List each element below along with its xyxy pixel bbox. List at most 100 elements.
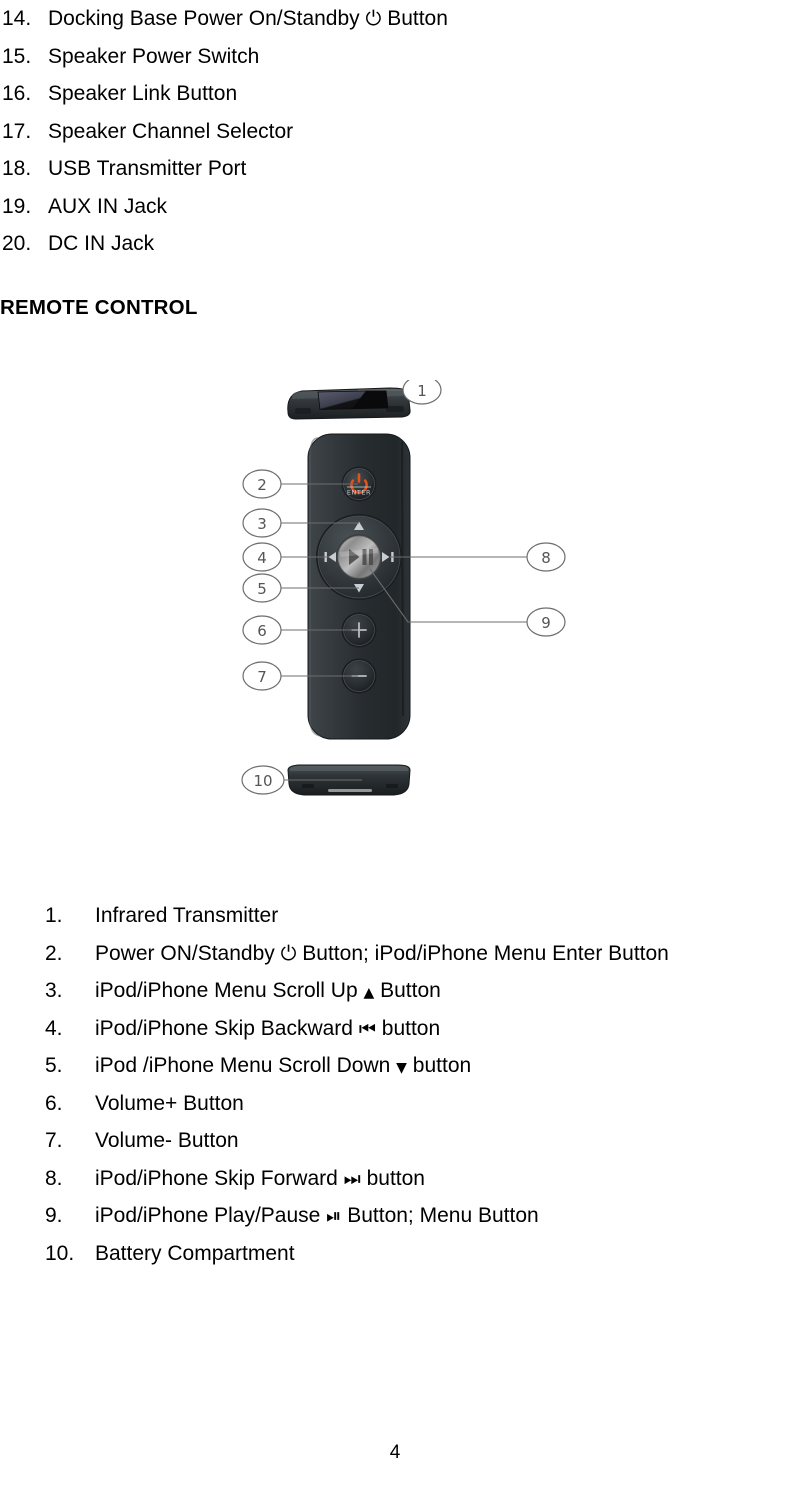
list-item-number: 18. [2,157,32,180]
list-item-text-pre: Docking Base Power On/Standby [48,7,360,30]
list-item-text: Infrared Transmitter [95,904,279,927]
infrared-transmitter-window [317,390,389,410]
list-item-text: DC IN Jack [48,232,155,255]
arrow-up-icon: ▲ [363,985,375,1001]
list-item-number: 10. [45,1241,75,1265]
list-item-text-post: button [366,1166,425,1190]
list-item-text: Docking Base Power On/Standby ⏻ Button [48,0,790,38]
play-pause-icon: ⏯ [326,1205,342,1227]
list-item-text-post: Button; Menu Button [347,1204,539,1227]
list-item-number: 16. [2,82,32,105]
callout-2: 2 [242,469,282,499]
enter-button-label: ENTER [347,489,371,497]
svg-text:5: 5 [257,580,267,598]
list-item: 17. Speaker Channel Selector [0,113,790,151]
callout-1: 1 [402,380,442,405]
list-item: 5. iPod /iPhone Menu Scroll Down ▼ butto… [0,1047,790,1085]
svg-text:2: 2 [257,476,267,494]
list-item: 2. Power ON/Standby ⏻ Button; iPod/iPhon… [0,935,790,973]
list-item: 9. iPod/iPhone Play/Pause ⏯ Button; Menu… [0,1197,790,1235]
callout-6: 6 [242,615,282,645]
list-item-text-pre: iPod/iPhone Play/Pause [95,1204,321,1227]
remote-top-cap [287,387,411,420]
list-item-number: 3. [45,979,63,1002]
list-item-text: iPod /iPhone Menu Scroll Down ▼ button [95,1047,790,1088]
svg-text:8: 8 [541,549,551,567]
callout-9: 9 [526,607,566,637]
list-item-number: 20. [2,232,32,255]
list-item-text: AUX IN Jack [48,194,168,218]
list-item: 18. USB Transmitter Port [0,150,790,188]
svg-text:9: 9 [541,614,551,632]
list-item-number: 4. [45,1016,63,1040]
arrow-down-icon: ▼ [396,1060,407,1076]
list-item-text-post: button [381,1016,441,1040]
svg-text:6: 6 [257,622,267,640]
list-item-text-pre: iPod/iPhone Menu Scroll Up [95,979,358,1002]
list-item-text: iPod/iPhone Skip Forward ⏭ button [95,1160,790,1199]
list-item: 8. iPod/iPhone Skip Forward ⏭ button [0,1160,790,1198]
play-pause-menu-button[interactable] [336,534,382,580]
list-item-text: Speaker Power Switch [48,44,260,68]
list-item: 3. iPod/iPhone Menu Scroll Up ▲ Button [0,972,790,1010]
page-number: 4 [389,1442,401,1463]
svg-text:3: 3 [257,515,267,533]
list-item: 7. Volume- Button [0,1122,790,1160]
list-item-text: Volume- Button [95,1129,239,1152]
list-item-number: 19. [2,194,32,218]
list-item-text-pre: Power ON/Standby [95,941,275,965]
list-item: 20. DC IN Jack [0,225,790,263]
list-item-number: 9. [45,1204,63,1227]
list-item-text: Power ON/Standby ⏻ Button; iPod/iPhone M… [95,935,790,973]
power-icon: ⏻ [365,6,382,30]
list-item-text: iPod/iPhone Skip Backward ⏮ button [95,1010,790,1049]
list-item: 19. AUX IN Jack [0,188,790,226]
svg-text:7: 7 [257,668,267,686]
list-item: 4. iPod/iPhone Skip Backward ⏮ button [0,1010,790,1048]
list-item: 10. Battery Compartment [0,1235,790,1273]
list-item-number: 14. [2,7,32,30]
list-item-number: 5. [45,1054,63,1077]
list-item-text: Volume+ Button [95,1091,244,1115]
list-item-text: Battery Compartment [95,1241,295,1265]
list-item-number: 8. [45,1166,63,1190]
callout-4: 4 [242,542,282,572]
list-item-text: Speaker Channel Selector [48,119,294,143]
list-item: 16. Speaker Link Button [0,75,790,113]
list-item: 15. Speaker Power Switch [0,38,790,76]
list-item-text-post: Button [380,979,441,1002]
skip-backward-icon: ⏮ [358,1017,376,1040]
list-item-number: 7. [45,1129,63,1152]
section-heading: REMOTE CONTROL [0,296,198,319]
list-item-text: iPod/iPhone Menu Scroll Up ▲ Button [95,972,790,1013]
list-item-text: Speaker Link Button [48,82,238,105]
list-item-text-pre: iPod/iPhone Skip Backward [95,1016,353,1040]
list-item-text: USB Transmitter Port [48,157,247,180]
list-item-number: 17. [2,119,32,143]
callout-7: 7 [242,661,282,691]
svg-text:4: 4 [257,549,267,567]
list-item-text-pre: iPod /iPhone Menu Scroll Down [95,1054,391,1077]
svg-text:1: 1 [417,382,427,400]
list-item-number: 1. [45,904,63,927]
remote-control-legend-list: 1. Infrared Transmitter 2. Power ON/Stan… [0,897,790,1272]
list-item-number: 2. [45,941,63,965]
list-item-number: 6. [45,1091,63,1115]
list-item-text-post: Button [387,7,448,30]
callout-10: 10 [241,765,285,795]
list-item-number: 15. [2,44,32,68]
svg-text:10: 10 [253,772,272,790]
remote-control-diagram: ENTER 1 2 3 4 5 6 7 8 9 10 [240,380,580,820]
list-item: 1. Infrared Transmitter [0,897,790,935]
callout-3: 3 [242,508,282,538]
features-list-continued: 14. Docking Base Power On/Standby ⏻ Butt… [0,0,790,263]
list-item-text-post: Button; iPod/iPhone Menu Enter Button [302,941,669,965]
list-item-text-pre: iPod/iPhone Skip Forward [95,1166,338,1190]
callout-5: 5 [242,573,282,603]
list-item: 6. Volume+ Button [0,1085,790,1123]
list-item-text: iPod/iPhone Play/Pause ⏯ Button; Menu Bu… [95,1197,790,1236]
callout-8: 8 [526,542,566,572]
power-icon: ⏻ [280,940,297,965]
list-item: 14. Docking Base Power On/Standby ⏻ Butt… [0,0,790,38]
list-item-text-post: button [412,1054,472,1077]
